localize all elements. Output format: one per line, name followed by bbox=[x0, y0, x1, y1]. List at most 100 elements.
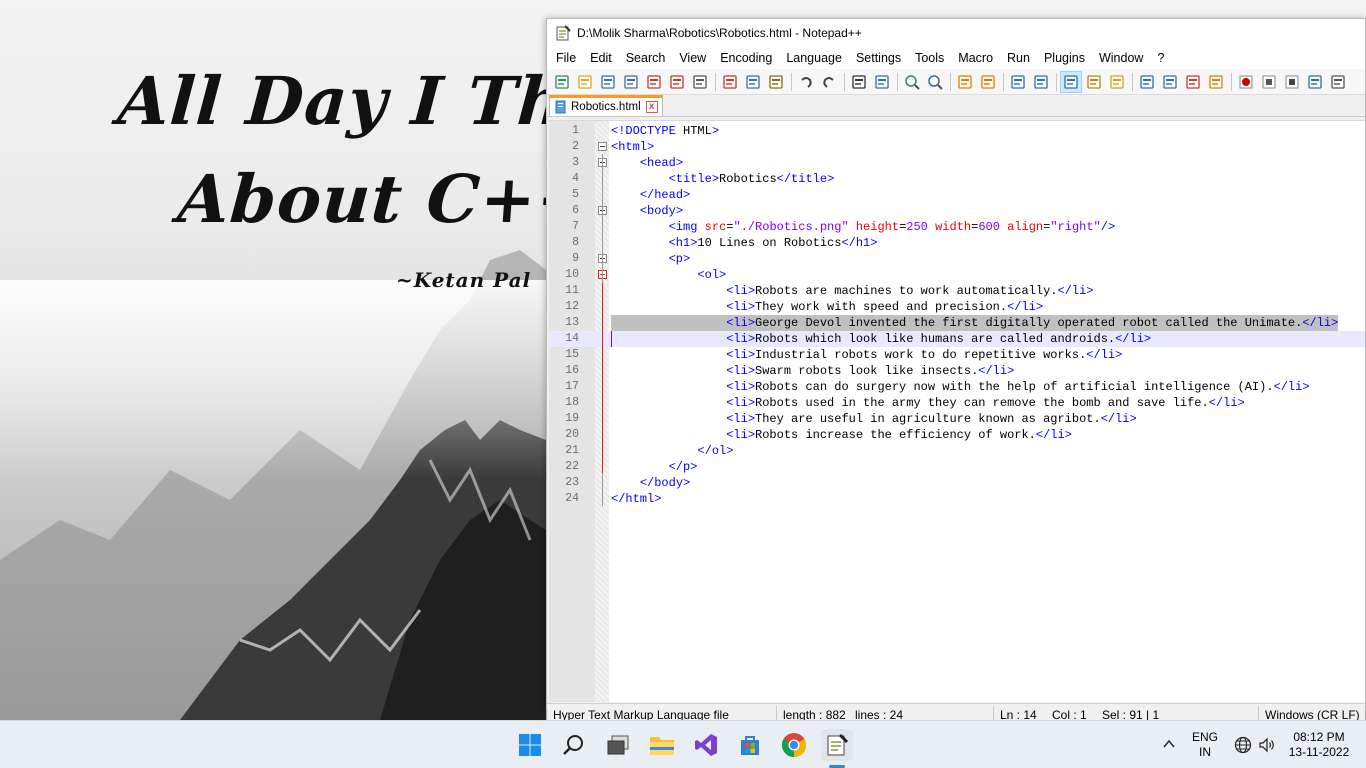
find-button[interactable] bbox=[848, 71, 870, 93]
menu-plugins[interactable]: Plugins bbox=[1037, 47, 1092, 69]
save-all-button[interactable] bbox=[620, 71, 642, 93]
line-number: 2 bbox=[572, 140, 579, 153]
show-hidden-icons-button[interactable] bbox=[1162, 737, 1176, 754]
print-button[interactable] bbox=[689, 71, 711, 93]
notepad-plus-plus-icon bbox=[827, 733, 849, 756]
code-line[interactable]: 2 <html> bbox=[549, 139, 1365, 155]
record-macro-button[interactable] bbox=[1235, 71, 1257, 93]
replace-button[interactable] bbox=[871, 71, 893, 93]
code-line[interactable]: 17 <li>Robots can do surgery now with th… bbox=[549, 379, 1365, 395]
code-line[interactable]: 23 </body> bbox=[549, 475, 1365, 491]
paste-button[interactable] bbox=[765, 71, 787, 93]
code-line[interactable]: 13 <li>George Devol invented the first d… bbox=[549, 315, 1365, 331]
stop-record-button[interactable] bbox=[1258, 71, 1280, 93]
tab-close-icon[interactable]: x bbox=[645, 101, 658, 113]
function-list-button[interactable] bbox=[1159, 71, 1181, 93]
sync-vertical-button[interactable] bbox=[954, 71, 976, 93]
clock[interactable]: 08:12 PM 13-11-2022 bbox=[1284, 730, 1354, 760]
folder-workspace-button[interactable] bbox=[1182, 71, 1204, 93]
volume-button[interactable] bbox=[1258, 736, 1276, 757]
code-line[interactable]: 21 </ol> bbox=[549, 443, 1365, 459]
zoom-out-icon bbox=[928, 74, 943, 90]
close-all-button[interactable] bbox=[666, 71, 688, 93]
code-line[interactable]: 16 <li>Swarm robots look like insects.</… bbox=[549, 363, 1365, 379]
doc-list-button[interactable] bbox=[1136, 71, 1158, 93]
code-text: </p> bbox=[668, 460, 698, 474]
file-explorer-button[interactable] bbox=[646, 729, 678, 761]
save-button[interactable] bbox=[597, 71, 619, 93]
indent-guide-button[interactable] bbox=[1060, 70, 1082, 93]
zoom-in-button[interactable] bbox=[901, 71, 923, 93]
window-titlebar[interactable]: D:\Molik Sharma\Robotics\Robotics.html -… bbox=[547, 19, 1365, 47]
code-line[interactable]: 15 <li>Industrial robots work to do repe… bbox=[549, 347, 1365, 363]
code-line[interactable]: 11 <li>Robots are machines to work autom… bbox=[549, 283, 1365, 299]
monitoring-button[interactable] bbox=[1205, 71, 1227, 93]
udl-icon bbox=[1087, 74, 1101, 89]
code-line[interactable]: 6 <body> bbox=[549, 203, 1365, 219]
task-view-button[interactable] bbox=[602, 729, 634, 761]
menu-settings[interactable]: Settings bbox=[849, 47, 908, 69]
code-editor[interactable]: 1 <!DOCTYPE HTML> 2 <html> 3 <head> 4 <title>… bbox=[549, 120, 1365, 702]
menu-tools[interactable]: Tools bbox=[908, 47, 951, 69]
close-button[interactable] bbox=[643, 71, 665, 93]
menu-help[interactable]: ? bbox=[1150, 47, 1171, 69]
line-number: 7 bbox=[572, 220, 579, 233]
run-multiple-icon bbox=[1308, 74, 1322, 89]
word-wrap-button[interactable] bbox=[1007, 71, 1029, 93]
cut-button[interactable] bbox=[719, 71, 741, 93]
menu-view[interactable]: View bbox=[672, 47, 713, 69]
new-file-button[interactable] bbox=[551, 71, 573, 93]
menu-run[interactable]: Run bbox=[1000, 47, 1037, 69]
code-line[interactable]: 19 <li>They are useful in agriculture kn… bbox=[549, 411, 1365, 427]
menu-search[interactable]: Search bbox=[619, 47, 673, 69]
windows-start-button[interactable] bbox=[514, 729, 546, 761]
menu-encoding[interactable]: Encoding bbox=[713, 47, 779, 69]
save-macro-button[interactable] bbox=[1327, 71, 1349, 93]
code-line[interactable]: 14 <li>Robots which look like humans are… bbox=[549, 331, 1365, 347]
microsoft-store-button[interactable] bbox=[734, 729, 766, 761]
doc-map-icon bbox=[1110, 74, 1124, 89]
doc-map-button[interactable] bbox=[1106, 71, 1128, 93]
code-line[interactable]: 9 <p> bbox=[549, 251, 1365, 267]
code-area[interactable]: 1 <!DOCTYPE HTML> 2 <html> 3 <head> 4 <title>… bbox=[549, 123, 1365, 507]
chrome-button[interactable] bbox=[778, 729, 810, 761]
speaker-icon bbox=[1259, 737, 1274, 753]
code-line[interactable]: 3 <head> bbox=[549, 155, 1365, 171]
playback-button[interactable] bbox=[1281, 71, 1303, 93]
menu-edit[interactable]: Edit bbox=[583, 47, 619, 69]
redo-button[interactable] bbox=[818, 71, 840, 93]
menu-window[interactable]: Window bbox=[1092, 47, 1150, 69]
notepad-plus-plus-taskbar-button[interactable] bbox=[821, 729, 853, 761]
menu-file[interactable]: File bbox=[549, 47, 583, 69]
code-line[interactable]: 18 <li>Robots used in the army they can … bbox=[549, 395, 1365, 411]
replace-icon bbox=[875, 74, 889, 89]
run-multiple-button[interactable] bbox=[1304, 71, 1326, 93]
line-number: 16 bbox=[565, 364, 579, 377]
copy-button[interactable] bbox=[742, 71, 764, 93]
udl-button[interactable] bbox=[1083, 71, 1105, 93]
code-line[interactable]: 12 <li>They work with speed and precisio… bbox=[549, 299, 1365, 315]
zoom-out-button[interactable] bbox=[924, 71, 946, 93]
language-indicator[interactable]: ENG IN bbox=[1190, 730, 1220, 760]
code-line[interactable]: 7 <img src="./Robotics.png" height=250 w… bbox=[549, 219, 1365, 235]
network-button[interactable] bbox=[1234, 736, 1252, 757]
line-number: 23 bbox=[565, 476, 579, 489]
sync-horizontal-button[interactable] bbox=[977, 71, 999, 93]
code-line[interactable]: 8 <h1>10 Lines on Robotics</h1> bbox=[549, 235, 1365, 251]
code-line[interactable]: 24 </html> bbox=[549, 491, 1365, 507]
code-line[interactable]: 20 <li>Robots increase the efficiency of… bbox=[549, 427, 1365, 443]
code-line[interactable]: 4 <title>Robotics</title> bbox=[549, 171, 1365, 187]
open-file-button[interactable] bbox=[574, 71, 596, 93]
visual-studio-button[interactable] bbox=[690, 729, 722, 761]
show-all-chars-button[interactable] bbox=[1030, 71, 1052, 93]
code-line[interactable]: 10 <ol> bbox=[549, 267, 1365, 283]
code-line[interactable]: 5 </head> bbox=[549, 187, 1365, 203]
code-line[interactable]: 22 </p> bbox=[549, 459, 1365, 475]
menu-language[interactable]: Language bbox=[779, 47, 849, 69]
menu-macro[interactable]: Macro bbox=[951, 47, 1000, 69]
tab-robotics-html[interactable]: Robotics.html x bbox=[549, 95, 663, 116]
undo-button[interactable] bbox=[795, 71, 817, 93]
fold-toggle-icon[interactable] bbox=[598, 142, 607, 151]
code-line[interactable]: 1 <!DOCTYPE HTML> bbox=[549, 123, 1365, 139]
taskbar-search-button[interactable] bbox=[558, 729, 590, 761]
